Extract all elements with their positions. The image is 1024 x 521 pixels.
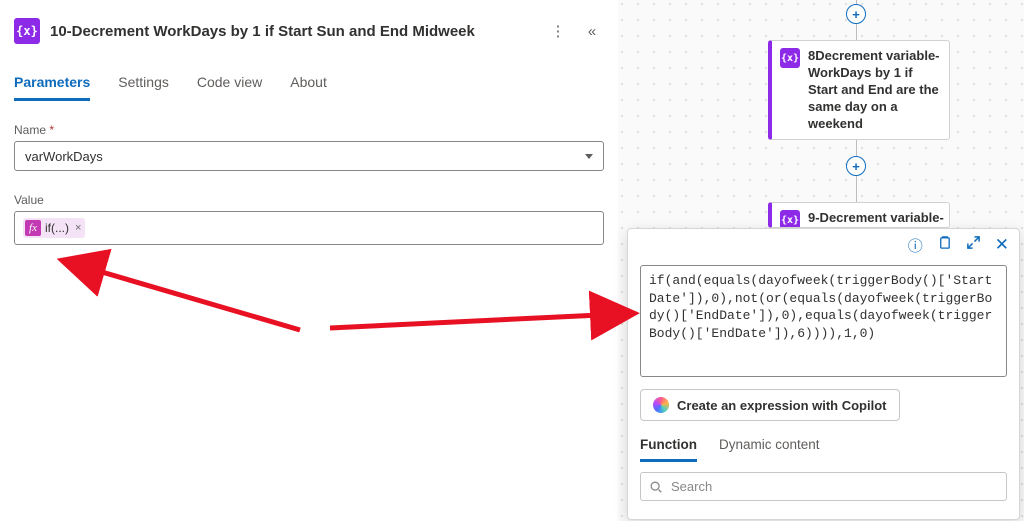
flow-card-9[interactable]: {x} 9-Decrement variable- xyxy=(768,202,950,228)
add-step-button[interactable]: + xyxy=(846,156,866,176)
action-title: 10-Decrement WorkDays by 1 if Start Sun … xyxy=(50,23,536,40)
flow-card-8[interactable]: {x} 8Decrement variable-WorkDays by 1 if… xyxy=(768,40,950,140)
panel-header: {x} 10-Decrement WorkDays by 1 if Start … xyxy=(14,10,604,52)
tab-function[interactable]: Function xyxy=(640,437,697,462)
tab-settings[interactable]: Settings xyxy=(118,74,169,101)
tab-dynamic-content[interactable]: Dynamic content xyxy=(719,437,820,462)
close-icon[interactable]: ✕ xyxy=(995,235,1009,256)
collapse-panel-button[interactable]: « xyxy=(580,19,604,43)
tab-codeview[interactable]: Code view xyxy=(197,74,262,101)
variable-icon: {x} xyxy=(780,210,800,228)
popup-toolbar: ⓘ ✕ xyxy=(908,235,1009,256)
value-label: Value xyxy=(14,193,604,207)
copilot-button[interactable]: Create an expression with Copilot xyxy=(640,389,900,421)
expression-editor-popup: ⓘ ✕ if(and(equals(dayofweek(triggerBody(… xyxy=(627,228,1020,520)
name-select[interactable]: varWorkDays xyxy=(14,141,604,171)
card-title: 8Decrement variable-WorkDays by 1 if Sta… xyxy=(808,48,941,132)
expression-tabs: Function Dynamic content xyxy=(640,437,1007,462)
tab-parameters[interactable]: Parameters xyxy=(14,74,90,101)
add-step-button[interactable]: + xyxy=(846,4,866,24)
search-placeholder: Search xyxy=(671,479,712,494)
search-icon xyxy=(649,480,663,494)
value-input[interactable]: fx if(...) × xyxy=(14,211,604,245)
search-input[interactable]: Search xyxy=(640,472,1007,501)
more-menu-button[interactable]: ⋮ xyxy=(546,19,570,43)
fx-icon: fx xyxy=(25,220,41,236)
name-label: Name * xyxy=(14,123,604,137)
expression-token[interactable]: fx if(...) × xyxy=(23,218,85,238)
config-panel: {x} 10-Decrement WorkDays by 1 if Start … xyxy=(0,0,618,521)
token-remove[interactable]: × xyxy=(75,222,81,234)
clipboard-icon[interactable] xyxy=(937,235,952,256)
token-text: if(...) xyxy=(45,221,69,235)
expand-icon[interactable] xyxy=(966,235,981,256)
variable-icon: {x} xyxy=(780,48,800,68)
variable-icon: {x} xyxy=(14,18,40,44)
info-icon[interactable]: ⓘ xyxy=(908,235,923,256)
copilot-icon xyxy=(653,397,669,413)
panel-tabs: Parameters Settings Code view About xyxy=(14,74,604,101)
tab-about[interactable]: About xyxy=(290,74,327,101)
expression-textarea[interactable]: if(and(equals(dayofweek(triggerBody()['S… xyxy=(640,265,1007,377)
card-title: 9-Decrement variable- xyxy=(808,210,944,220)
